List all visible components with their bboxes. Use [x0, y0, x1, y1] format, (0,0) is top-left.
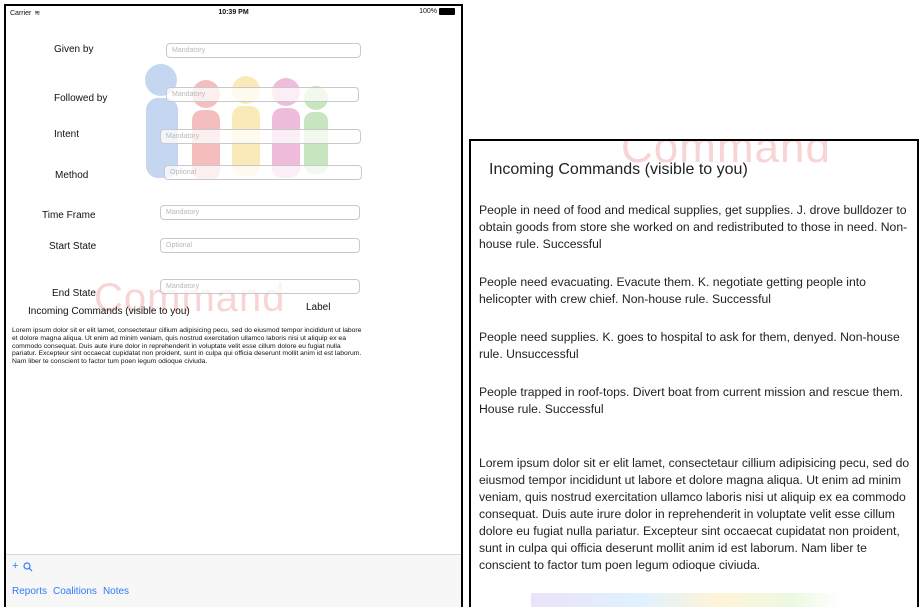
command-item: People in need of food and medical suppl… — [479, 203, 908, 251]
start-state-input[interactable]: Optional — [160, 238, 360, 253]
followed-by-input[interactable]: Mandatory — [166, 87, 359, 102]
panel-title: Incoming Commands (visible to you) — [489, 161, 748, 178]
intent-input[interactable]: Mandatory — [160, 129, 361, 144]
panel-illustration-strip — [531, 593, 841, 607]
status-bar: Carrier ≋ 10:39 PM 100% — [6, 6, 461, 20]
intent-label: Intent — [54, 129, 80, 140]
incoming-commands-heading: Incoming Commands (visible to you) — [28, 306, 190, 317]
followed-by-label: Followed by — [54, 93, 108, 104]
end-state-input[interactable]: Mandatory — [160, 279, 360, 294]
method-input[interactable]: Optional — [164, 165, 362, 180]
command-item: People need evacuating. Evacute them. K.… — [479, 275, 866, 306]
reports-link[interactable]: Reports — [12, 586, 47, 597]
battery-percent: 100% — [419, 8, 437, 15]
time-frame-label: Time Frame — [42, 210, 96, 221]
start-state-label: Start State — [49, 241, 97, 252]
toolbar-links: Reports Coalitions Notes — [12, 586, 129, 597]
given-by-label: Given by — [54, 44, 94, 55]
battery-indicator: 100% — [419, 8, 455, 15]
notes-link[interactable]: Notes — [103, 586, 129, 597]
search-icon[interactable] — [23, 562, 33, 572]
given-by-input[interactable]: Mandatory — [166, 43, 361, 58]
bottom-toolbar: + Reports Coalitions Notes — [6, 554, 461, 607]
clock: 10:39 PM — [218, 9, 249, 16]
side-label: Label — [306, 302, 331, 313]
ipad-form-screen: Carrier ≋ 10:39 PM 100% Command Given by … — [4, 4, 463, 607]
time-frame-input[interactable]: Mandatory — [160, 205, 360, 220]
battery-icon — [439, 8, 455, 15]
command-item: People trapped in roof-tops. Divert boat… — [479, 385, 904, 416]
panel-lorem-text: Lorem ipsum dolor sit er elit lamet, con… — [479, 456, 910, 572]
coalitions-link[interactable]: Coalitions — [53, 586, 97, 597]
command-item: People need supplies. K. goes to hospita… — [479, 330, 900, 361]
add-icon[interactable]: + — [12, 560, 18, 572]
commands-text: Lorem ipsum dolor sit er elit lamet, con… — [12, 327, 362, 366]
incoming-commands-panel: Command Incoming Commands (visible to yo… — [469, 139, 919, 607]
method-label: Method — [55, 170, 89, 181]
toolbar-icons: + — [12, 560, 33, 572]
end-state-label: End State — [52, 288, 96, 299]
